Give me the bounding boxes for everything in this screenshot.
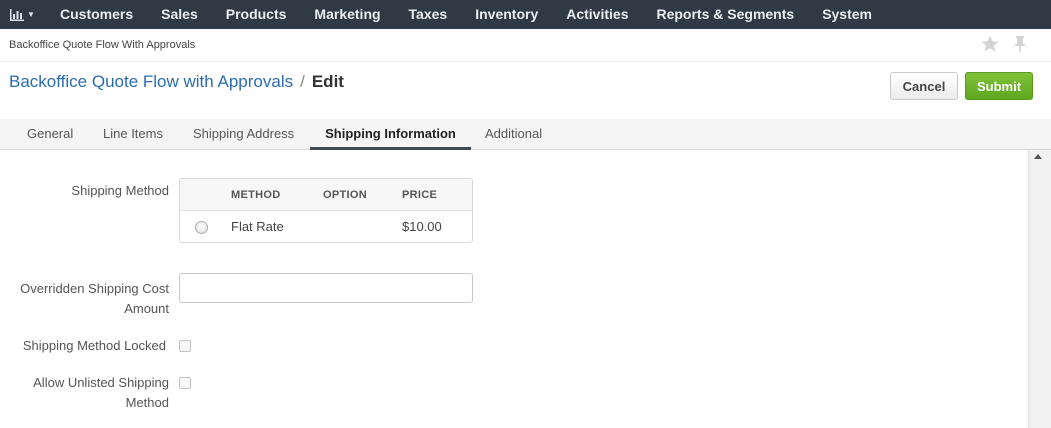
tab-general[interactable]: General [18,119,82,150]
breadcrumb: Backoffice Quote Flow With Approvals [9,39,196,51]
bar-chart-icon [10,8,24,21]
star-icon[interactable] [980,34,1000,54]
title-separator: / [300,72,305,91]
tab-shipping-address[interactable]: Shipping Address [184,119,303,150]
tab-additional[interactable]: Additional [476,119,551,150]
method-locked-label: Shipping Method Locked [22,338,166,353]
caret-down-icon: ▼ [27,10,35,19]
overridden-cost-label: Overridden Shipping Cost Amount [0,279,169,319]
allow-unlisted-checkbox[interactable] [179,377,191,389]
scroll-up-arrow-icon[interactable] [1034,154,1042,159]
overridden-cost-input[interactable] [179,273,473,303]
method-cell: Flat Rate [231,219,284,234]
shipping-method-radio[interactable] [195,221,208,234]
allow-unlisted-label: Allow Unlisted Shipping Method [0,373,169,413]
column-header-method: METHOD [231,189,281,201]
nav-item-marketing[interactable]: Marketing [300,0,394,29]
breadcrumb-bar: Backoffice Quote Flow With Approvals [0,29,1051,62]
overridden-cost-label-line2: Amount [124,301,169,316]
nav-item-system[interactable]: System [808,0,886,29]
nav-item-taxes[interactable]: Taxes [395,0,462,29]
top-navigation: ▼ Customers Sales Products Marketing Tax… [0,0,1051,29]
column-header-price: PRICE [402,189,438,201]
nav-item-sales[interactable]: Sales [147,0,212,29]
section-tabs: General Line Items Shipping Address Ship… [0,119,1051,150]
nav-item-reports-segments[interactable]: Reports & Segments [642,0,808,29]
pin-icon[interactable] [1010,34,1030,54]
nav-item-customers[interactable]: Customers [46,0,147,29]
submit-button[interactable]: Submit [965,72,1033,100]
method-locked-checkbox[interactable] [179,340,191,352]
nav-item-inventory[interactable]: Inventory [461,0,552,29]
page-mode: Edit [311,72,344,91]
dashboard-menu-button[interactable]: ▼ [0,0,46,29]
price-cell: $10.00 [402,219,442,234]
shipping-information-form: Shipping Method METHOD OPTION PRICE Flat… [0,150,1028,428]
tab-line-items[interactable]: Line Items [94,119,172,150]
overridden-cost-label-line1: Overridden Shipping Cost [20,281,169,296]
nav-item-products[interactable]: Products [212,0,301,29]
allow-unlisted-label-line2: Method [125,395,169,410]
shipping-methods-table: METHOD OPTION PRICE Flat Rate $10.00 [179,178,473,243]
page-header: Backoffice Quote Flow with Approvals / Edi… [0,62,1051,119]
allow-unlisted-label-line1: Allow Unlisted Shipping [33,375,169,390]
entity-link[interactable]: Backoffice Quote Flow with Approvals [9,72,293,91]
vertical-scrollbar[interactable] [1028,150,1051,428]
nav-item-activities[interactable]: Activities [552,0,642,29]
shipping-method-label: Shipping Method [71,183,169,198]
tab-shipping-information[interactable]: Shipping Information [310,119,471,150]
table-header: METHOD OPTION PRICE [180,179,472,211]
cancel-button[interactable]: Cancel [890,72,958,100]
table-row[interactable]: Flat Rate $10.00 [180,211,472,242]
page-title: Backoffice Quote Flow with Approvals / Edi… [9,72,344,92]
column-header-option: OPTION [323,189,367,201]
